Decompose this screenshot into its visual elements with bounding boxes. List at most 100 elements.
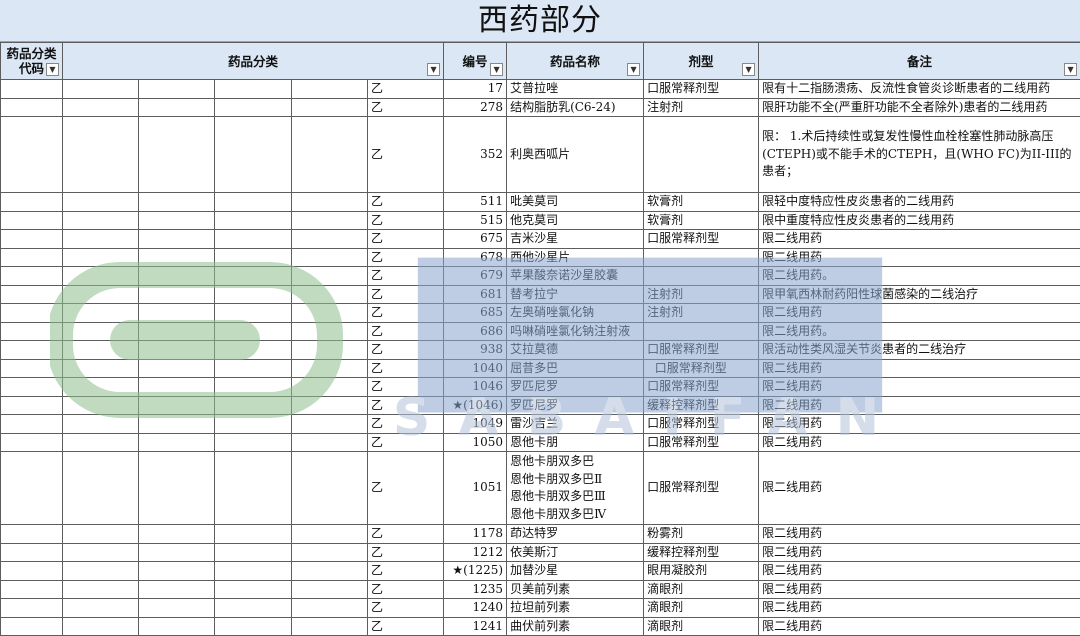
cell-category[interactable] — [139, 562, 215, 581]
cell-number[interactable]: 1212 — [444, 543, 507, 562]
cell-category[interactable] — [215, 98, 292, 117]
cell-name[interactable]: 他克莫司 — [507, 211, 644, 230]
header-number[interactable]: 编号 ▼ — [444, 43, 507, 80]
cell-category[interactable] — [292, 98, 368, 117]
cell-category[interactable] — [292, 433, 368, 452]
cell-note[interactable]: 限中重度特应性皮炎患者的二线用药 — [759, 211, 1080, 230]
cell-category[interactable] — [63, 285, 139, 304]
cell-number[interactable]: 679 — [444, 267, 507, 286]
cell-number[interactable]: 1051 — [444, 452, 507, 525]
cell-category[interactable] — [215, 80, 292, 99]
cell-category[interactable] — [63, 452, 139, 525]
cell-number[interactable]: 1046 — [444, 378, 507, 397]
cell-category[interactable] — [63, 617, 139, 636]
cell-grade[interactable]: 乙 — [368, 117, 444, 193]
cell-name[interactable]: 吗啉硝唑氯化钠注射液 — [507, 322, 644, 341]
cell-category[interactable] — [139, 433, 215, 452]
cell-number[interactable]: 1050 — [444, 433, 507, 452]
cell-category[interactable] — [292, 562, 368, 581]
cell-form[interactable]: 缓释控释剂型 — [644, 543, 759, 562]
cell-category[interactable] — [292, 304, 368, 323]
cell-note[interactable]: 限活动性类风湿关节炎患者的二线治疗 — [759, 341, 1080, 360]
cell-grade[interactable]: 乙 — [368, 433, 444, 452]
header-category[interactable]: 药品分类 ▼ — [63, 43, 444, 80]
cell-code[interactable] — [1, 117, 63, 193]
cell-note[interactable]: 限二线用药 — [759, 617, 1080, 636]
cell-number[interactable]: 938 — [444, 341, 507, 360]
cell-category[interactable] — [63, 98, 139, 117]
cell-form[interactable]: 缓释控释剂型 — [644, 396, 759, 415]
cell-category[interactable] — [63, 117, 139, 193]
cell-number[interactable]: 278 — [444, 98, 507, 117]
cell-grade[interactable]: 乙 — [368, 193, 444, 212]
cell-form[interactable]: 软膏剂 — [644, 211, 759, 230]
cell-code[interactable] — [1, 378, 63, 397]
cell-code[interactable] — [1, 396, 63, 415]
cell-grade[interactable]: 乙 — [368, 341, 444, 360]
cell-note[interactable]: 限二线用药 — [759, 230, 1080, 249]
cell-note[interactable]: 限二线用药 — [759, 580, 1080, 599]
cell-note[interactable]: 限二线用药 — [759, 452, 1080, 525]
cell-form[interactable]: 注射剂 — [644, 304, 759, 323]
cell-form[interactable]: 滴眼剂 — [644, 599, 759, 618]
cell-category[interactable] — [215, 211, 292, 230]
cell-category[interactable] — [63, 193, 139, 212]
cell-code[interactable] — [1, 562, 63, 581]
cell-grade[interactable]: 乙 — [368, 415, 444, 434]
cell-name[interactable]: 加替沙星 — [507, 562, 644, 581]
cell-category[interactable] — [139, 415, 215, 434]
cell-category[interactable] — [292, 580, 368, 599]
cell-code[interactable] — [1, 359, 63, 378]
cell-form[interactable]: 口服常释剂型 — [644, 378, 759, 397]
cell-category[interactable] — [292, 378, 368, 397]
cell-code[interactable] — [1, 267, 63, 286]
cell-category[interactable] — [292, 230, 368, 249]
filter-dropdown-icon[interactable]: ▼ — [46, 63, 59, 76]
cell-category[interactable] — [292, 617, 368, 636]
cell-form[interactable]: 口服常释剂型 — [644, 359, 759, 378]
cell-number[interactable]: 1240 — [444, 599, 507, 618]
cell-category[interactable] — [215, 562, 292, 581]
filter-dropdown-icon[interactable]: ▼ — [427, 63, 440, 76]
cell-category[interactable] — [215, 322, 292, 341]
cell-note[interactable]: 限肝功能不全(严重肝功能不全者除外)患者的二线用药 — [759, 98, 1080, 117]
cell-category[interactable] — [63, 415, 139, 434]
cell-category[interactable] — [215, 248, 292, 267]
cell-category[interactable] — [139, 98, 215, 117]
cell-category[interactable] — [139, 359, 215, 378]
cell-form[interactable]: 注射剂 — [644, 98, 759, 117]
cell-number[interactable]: 511 — [444, 193, 507, 212]
cell-number[interactable]: 686 — [444, 322, 507, 341]
cell-name[interactable]: 曲伏前列素 — [507, 617, 644, 636]
cell-grade[interactable]: 乙 — [368, 580, 444, 599]
cell-grade[interactable]: 乙 — [368, 562, 444, 581]
cell-note[interactable]: 限二线用药 — [759, 599, 1080, 618]
cell-form[interactable]: 粉雾剂 — [644, 525, 759, 544]
cell-number[interactable]: 515 — [444, 211, 507, 230]
cell-category[interactable] — [139, 580, 215, 599]
cell-category[interactable] — [292, 341, 368, 360]
cell-category[interactable] — [63, 599, 139, 618]
cell-category[interactable] — [63, 378, 139, 397]
cell-category[interactable] — [139, 248, 215, 267]
cell-note[interactable]: 限： 1.术后持续性或复发性慢性血栓栓塞性肺动脉高压 (CTEPH)或不能手术的… — [759, 117, 1080, 193]
cell-code[interactable] — [1, 543, 63, 562]
cell-category[interactable] — [292, 452, 368, 525]
cell-number[interactable]: 675 — [444, 230, 507, 249]
cell-category[interactable] — [215, 193, 292, 212]
cell-category[interactable] — [139, 285, 215, 304]
cell-name[interactable]: 艾普拉唑 — [507, 80, 644, 99]
cell-category[interactable] — [139, 617, 215, 636]
cell-form[interactable]: 眼用凝胶剂 — [644, 562, 759, 581]
cell-grade[interactable]: 乙 — [368, 322, 444, 341]
filter-dropdown-icon[interactable]: ▼ — [742, 63, 755, 76]
cell-code[interactable] — [1, 193, 63, 212]
cell-category[interactable] — [292, 211, 368, 230]
cell-number[interactable]: 1235 — [444, 580, 507, 599]
header-code[interactable]: 药品分类代码 ▼ — [1, 43, 63, 80]
cell-number[interactable]: ★(1046) — [444, 396, 507, 415]
cell-category[interactable] — [292, 599, 368, 618]
cell-name[interactable]: 屈昔多巴 — [507, 359, 644, 378]
cell-code[interactable] — [1, 285, 63, 304]
cell-category[interactable] — [292, 525, 368, 544]
